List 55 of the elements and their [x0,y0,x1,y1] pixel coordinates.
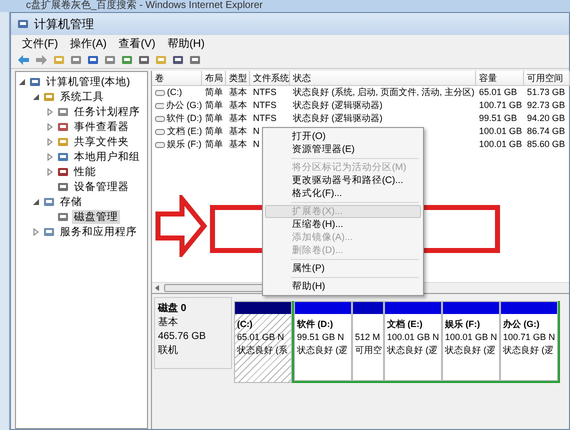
partition-status: 状态良好 (逻 [502,344,554,357]
partition-name: 文档 (E:) [386,318,424,331]
table-cell-text: 100.71 GB [478,99,524,112]
partition-size: 100.71 GB N [502,331,556,344]
table-cell-text: 基本 [228,86,248,99]
table-cell-text: 65.01 GB [478,86,518,99]
table-cell: (C:) [152,86,202,99]
table-cell-text: 100.01 GB [478,138,524,151]
partition-size: 100.01 GB N [386,331,440,344]
table-cell-text: N [252,125,260,138]
table-cell-text: NTFS [252,112,278,125]
table-cell-text: 51.73 GB [526,86,566,99]
partition-name: 软件 (D:) [296,318,334,331]
table-cell-text: 94.20 GB [526,112,566,125]
table-cell: 文档 (E:) [152,125,202,138]
table-cell-text: 简单 [204,86,224,99]
table-cell-text: 99.51 GB [478,112,518,125]
table-cell-text: 简单 [204,99,224,112]
table-cell: 软件 (D:) [152,112,202,125]
table-cell-text: 85.60 GB [526,138,566,151]
partition-name: 娱乐 (F:) [444,318,481,331]
table-cell: 办公 (G:) [152,99,202,112]
table-cell-text: 基本 [228,125,248,138]
disk-status: 联机 [158,344,179,357]
partition-status: 可用空 [354,344,383,357]
partition-status: 状态良好 (逻 [296,344,348,357]
disk-type: 基本 [158,316,179,329]
window-title: 计算机管理 [34,16,94,32]
table-cell-text: 简单 [204,112,224,125]
table-cell-text: NTFS [252,99,278,112]
table-cell-text: 86.74 GB [526,125,566,138]
disk-size: 465.76 GB [158,330,207,343]
partition-size: 100.01 GB N [444,331,498,344]
partition-name: (C:) [236,318,254,331]
table-cell: 娱乐 (F:) [152,138,202,151]
table-cell-text: 基本 [228,138,248,151]
partition-status: 状态良好 (逻 [386,344,438,357]
partition-status: 状态良好 (逻 [444,344,496,357]
partition-size: 65.01 GB N [236,331,286,344]
table-cell-text: 简单 [204,125,224,138]
partition-size: 512 M [354,331,382,344]
table-cell-text: 状态良好 (逻辑驱动器) [292,112,384,125]
table-cell-text: 状态良好 (系统, 启动, 页面文件, 活动, 主分区) [292,86,476,99]
table-cell-text: 基本 [228,112,248,125]
table-cell-text: N [252,138,260,151]
table-cell-text: 100.01 GB [478,125,524,138]
partition-status: 状态良好 (系 [236,344,288,357]
disk-name: 磁盘 0 [158,302,188,315]
table-cell-text: 基本 [228,99,248,112]
partition-name: 办公 (G:) [502,318,540,331]
table-cell-text: NTFS [252,86,278,99]
table-cell-text: 92.73 GB [526,99,566,112]
table-cell-text: 简单 [204,138,224,151]
table-cell-text: 状态良好 (逻辑驱动器) [292,99,384,112]
partition-size: 99.51 GB N [296,331,346,344]
